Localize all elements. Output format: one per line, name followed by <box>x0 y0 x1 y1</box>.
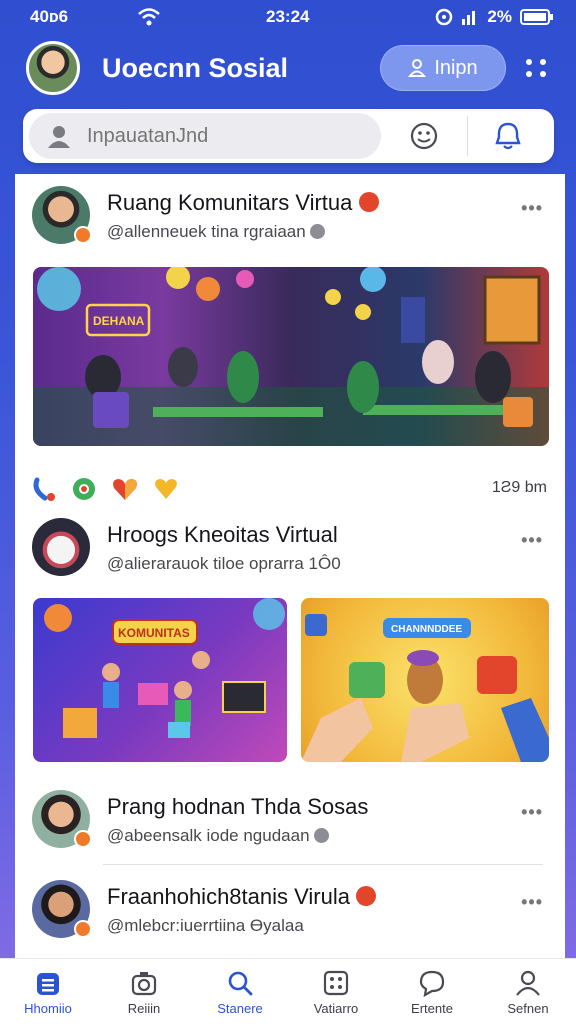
post-subtitle: @allenneuek tina rgraiaan <box>107 222 326 242</box>
camera-icon <box>131 972 157 996</box>
fire-emoji-icon <box>358 192 379 212</box>
community-cartoon-illustration: KOMUNITAS <box>44 598 285 738</box>
post-subtitle: @mlebcr:iuerrtiina Ɵyalaa <box>107 916 304 935</box>
notification-button[interactable] <box>468 121 548 151</box>
app-title: Uoecnn Sosial <box>102 52 289 83</box>
post-image-community-room[interactable]: DEHANA <box>33 267 549 446</box>
post-header[interactable]: Hroogs Kneoitas Virtual @alierarauok til… <box>15 506 565 576</box>
post-time: 1Ƨ9 bm <box>491 479 547 496</box>
post-more-icon[interactable]: ••• <box>521 892 543 913</box>
signal-icon <box>462 11 476 25</box>
post-more-icon[interactable]: ••• <box>521 802 543 823</box>
profile-icon <box>516 970 540 996</box>
verified-badge-icon <box>74 830 92 848</box>
heart-reaction-icon <box>113 479 137 500</box>
community-room-illustration: DEHANA <box>33 267 549 446</box>
heart-gold-reaction-icon <box>155 479 177 499</box>
verified-badge-icon <box>74 920 92 938</box>
home-icon <box>37 973 59 995</box>
smiley-icon <box>410 122 438 150</box>
nav-camera[interactable]: Reiiin <box>99 969 189 1016</box>
bell-icon <box>495 122 521 150</box>
battery-icon <box>520 9 553 25</box>
hands-toys-illustration: CHANNNDDEE <box>301 614 549 762</box>
search-field[interactable] <box>29 113 381 159</box>
grid-icon <box>323 970 349 996</box>
user-avatar[interactable] <box>26 41 80 95</box>
alarm-icon <box>436 8 453 26</box>
more-menu-icon[interactable] <box>524 55 550 81</box>
nav-label: Reiiin <box>127 1001 161 1016</box>
nav-grid[interactable]: Vatiarro <box>291 969 381 1016</box>
feed: Ruang Komunitars Virtua @allenneuek tina… <box>15 174 565 958</box>
search-icon <box>228 971 253 996</box>
search-input[interactable] <box>87 124 347 148</box>
post-title: Ruang Komunitars Virtua <box>107 190 379 216</box>
status-time: 23:24 <box>266 7 310 26</box>
bottom-navigation: Hhomiio Reiiin Stanere Vatiarro Ertente … <box>0 958 576 1024</box>
globe-icon <box>310 224 326 239</box>
user-lock-icon <box>408 59 427 77</box>
post-title: Hroogs Kneoitas Virtual <box>107 522 338 547</box>
search-bar <box>23 109 554 163</box>
post-more-icon[interactable]: ••• <box>521 198 543 219</box>
neon-sign-text: DEHANA <box>93 314 145 328</box>
status-left-text: 40ᴅ6 <box>30 7 69 26</box>
nav-search[interactable]: Stanere <box>195 969 285 1016</box>
app-header: Uoecnn Sosial Inipn <box>0 36 576 100</box>
fire-emoji-icon <box>356 886 377 906</box>
post-reactions[interactable] <box>31 476 179 502</box>
wifi-icon <box>138 8 160 26</box>
post-header[interactable]: Fraanhohich8tanis Virula @mlebcr:iuerrti… <box>15 868 565 938</box>
emoji-button[interactable] <box>381 121 467 151</box>
nav-label: Sefnen <box>507 1001 549 1016</box>
login-button[interactable]: Inipn <box>380 45 506 91</box>
post-subtitle: @alierarauok tiloe oprarra 1Ô0 <box>107 554 341 573</box>
chat-reaction-icon <box>73 478 95 500</box>
status-bar: 40ᴅ6 23:24 2% <box>0 0 576 34</box>
nav-chat[interactable]: Ertente <box>387 969 477 1016</box>
post-subtitle: @abeensalk iode ngudaan <box>107 826 330 846</box>
post-title: Fraanhohich8tanis Virula <box>107 884 377 910</box>
nav-label: Hhomiio <box>24 1001 72 1016</box>
globe-icon <box>314 828 330 843</box>
nav-label: Ertente <box>411 1001 453 1016</box>
nav-profile[interactable]: Sefnen <box>483 969 573 1016</box>
login-label: Inipn <box>434 56 478 79</box>
phone-reaction-icon <box>33 477 55 501</box>
post-avatar[interactable] <box>32 518 90 576</box>
verified-badge-icon <box>74 226 92 244</box>
nav-label: Stanere <box>217 1001 263 1016</box>
post-title: Prang hodnan Thda Sosas <box>107 794 369 819</box>
post-divider <box>103 864 543 865</box>
chat-icon <box>419 970 445 997</box>
post-image-community-right[interactable]: CHANNNDDEE <box>301 598 549 762</box>
post-header[interactable]: Prang hodnan Thda Sosas @abeensalk iode … <box>15 778 565 848</box>
post-header[interactable]: Ruang Komunitars Virtua @allenneuek tina… <box>15 174 565 244</box>
post-more-icon[interactable]: ••• <box>521 530 543 551</box>
nav-label: Vatiarro <box>313 1001 359 1016</box>
banner-left-text: KOMUNITAS <box>118 626 190 640</box>
battery-percent: 2% <box>487 7 512 26</box>
post-image-community-left[interactable]: KOMUNITAS <box>33 598 287 762</box>
profile-search-icon <box>48 126 70 148</box>
nav-home[interactable]: Hhomiio <box>3 969 93 1016</box>
banner-right-text: CHANNNDDEE <box>391 624 462 635</box>
